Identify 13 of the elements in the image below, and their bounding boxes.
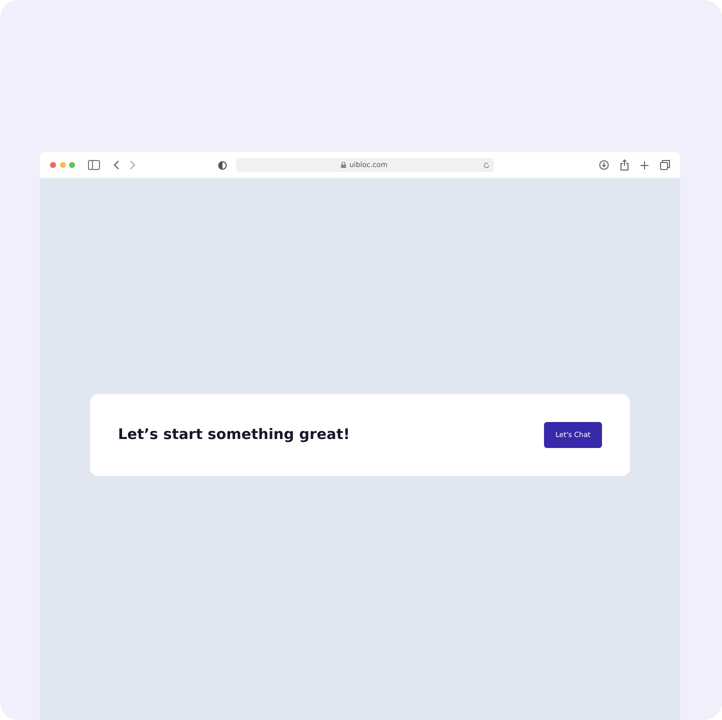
lock-icon xyxy=(341,162,346,168)
minimize-dot[interactable] xyxy=(60,162,66,168)
shield-icon[interactable] xyxy=(218,160,226,170)
download-icon[interactable] xyxy=(599,160,609,170)
close-dot[interactable] xyxy=(50,162,56,168)
tabs-icon[interactable] xyxy=(660,160,670,170)
back-icon[interactable] xyxy=(112,160,120,170)
reload-icon[interactable] xyxy=(482,162,490,168)
zoom-dot[interactable] xyxy=(69,162,75,168)
share-icon[interactable] xyxy=(620,159,629,171)
cta-heading: Let’s start something great! xyxy=(118,427,350,443)
sidebar-icon[interactable] xyxy=(88,160,100,170)
new-tab-icon[interactable] xyxy=(640,160,649,170)
